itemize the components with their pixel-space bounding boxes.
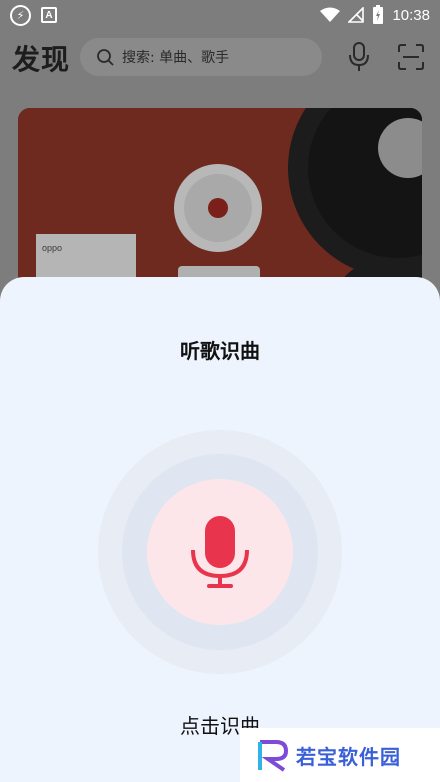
search-placeholder: 搜索: 单曲、歌手: [122, 50, 230, 66]
watermark-text: 若宝软件园: [296, 744, 401, 769]
page-title: 发现: [12, 43, 71, 76]
status-right: 10:38: [320, 5, 430, 25]
song-recognition-sheet: 听歌识曲 点击识曲: [0, 277, 440, 782]
recognize-button[interactable]: [147, 479, 293, 625]
status-left: ⚡ A: [10, 4, 57, 26]
flash-icon: ⚡: [10, 4, 31, 26]
sheet-title: 听歌识曲: [180, 339, 260, 363]
header: 发现 搜索: 单曲、歌手: [0, 30, 440, 86]
status-bar: ⚡ A 10:38: [0, 0, 440, 30]
watermark: 若宝软件园: [240, 728, 440, 782]
search-input[interactable]: 搜索: 单曲、歌手: [80, 38, 322, 76]
search-icon: [97, 49, 114, 66]
wifi-icon: [320, 7, 341, 22]
voice-search-icon[interactable]: [348, 42, 370, 72]
battery-icon: [373, 5, 384, 24]
signal-icon: [348, 7, 365, 23]
app-notification-icon: A: [41, 7, 57, 23]
status-time: 10:38: [392, 6, 430, 24]
microphone-icon: [191, 516, 249, 588]
watermark-logo: [258, 740, 289, 772]
banner-brand: oppo: [42, 243, 62, 253]
scan-icon[interactable]: [398, 44, 424, 70]
